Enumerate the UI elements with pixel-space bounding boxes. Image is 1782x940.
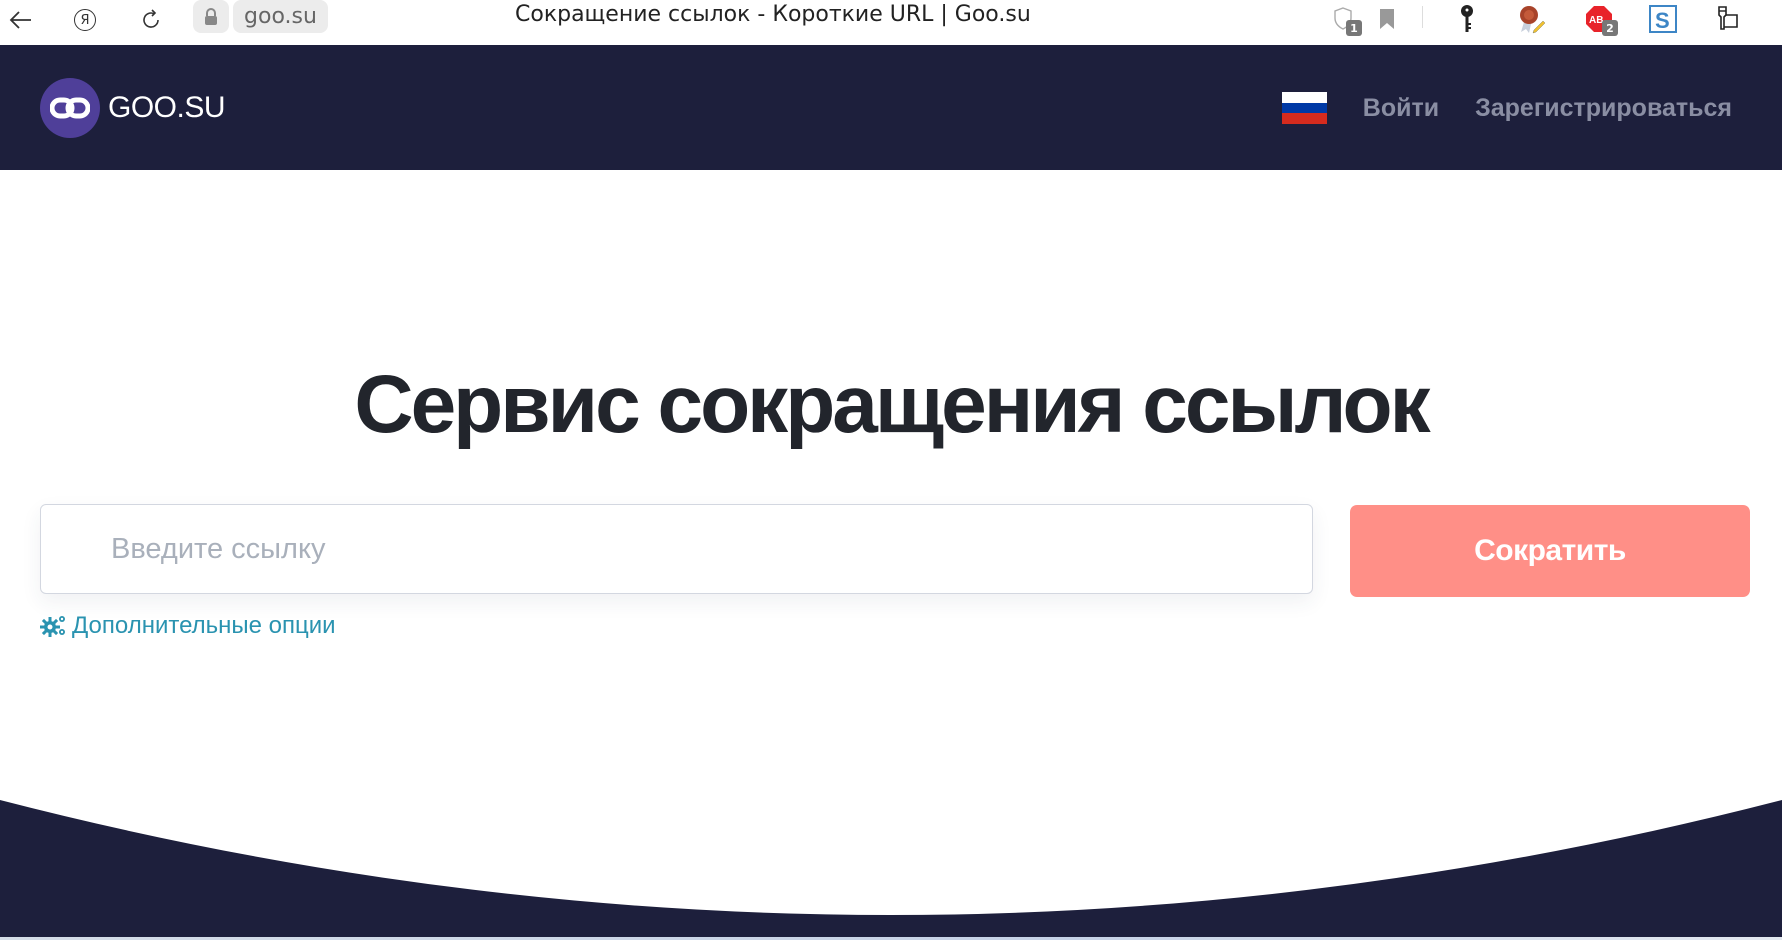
- gears-icon: [40, 616, 65, 637]
- site-header: GOO.SU Войти Зарегистрироваться: [0, 45, 1782, 170]
- header-nav: Войти Зарегистрироваться: [1281, 83, 1732, 133]
- logo-text: GOO.SU: [108, 91, 226, 124]
- url-text: goo.su: [244, 4, 317, 29]
- extensions-puzzle-icon[interactable]: [1713, 4, 1743, 34]
- site-logo[interactable]: GOO.SU: [40, 78, 226, 138]
- bookmark-icon[interactable]: [1372, 4, 1402, 34]
- yandex-glyph: Я: [74, 9, 96, 31]
- site-security-button[interactable]: [193, 0, 229, 33]
- yandex-icon[interactable]: Я: [70, 4, 100, 36]
- adblock-icon[interactable]: AB 2: [1584, 4, 1618, 36]
- additional-options-link[interactable]: Дополнительные опции: [40, 609, 336, 643]
- back-arrow-icon[interactable]: [6, 4, 36, 36]
- register-link[interactable]: Зарегистрироваться: [1475, 94, 1732, 123]
- seal-certificate-icon[interactable]: [1516, 4, 1546, 34]
- shorten-button[interactable]: Сократить: [1350, 505, 1750, 597]
- footer-wave: [0, 800, 1782, 937]
- shield-icon[interactable]: 1: [1328, 4, 1362, 36]
- reload-icon[interactable]: [136, 4, 166, 36]
- browser-toolbar: Я goo.su Сокращение ссылок - Короткие UR…: [0, 0, 1782, 45]
- page-title: Сервис сокращения ссылок: [354, 359, 1430, 450]
- chain-link-icon: [40, 78, 100, 138]
- address-bar[interactable]: goo.su: [233, 0, 328, 33]
- page-tab-title: Сокращение ссылок - Короткие URL | Goo.s…: [515, 2, 1031, 27]
- key-icon[interactable]: [1452, 4, 1482, 34]
- svg-text:S: S: [1655, 8, 1670, 33]
- lock-icon: [205, 7, 217, 25]
- options-label: Дополнительные опции: [72, 612, 336, 639]
- login-link[interactable]: Войти: [1363, 94, 1439, 123]
- russia-flag-icon[interactable]: [1281, 92, 1327, 125]
- s-extension-icon[interactable]: S: [1648, 4, 1678, 34]
- url-input[interactable]: [40, 504, 1313, 594]
- shield-badge: 1: [1346, 20, 1362, 36]
- adblock-badge: 2: [1602, 20, 1618, 36]
- toolbar-separator: [1422, 6, 1423, 28]
